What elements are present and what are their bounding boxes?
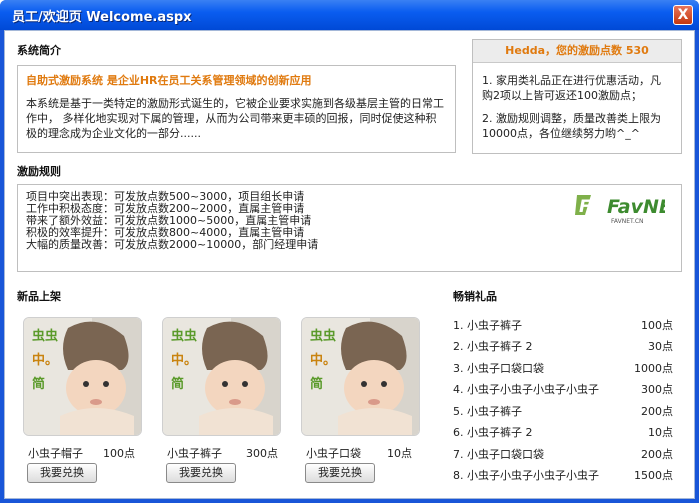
favnet-logo: Fav FavNET FAVNET.CN — [575, 191, 687, 225]
title-bar[interactable]: 员工/欢迎页 Welcome.aspx X — [0, 0, 699, 30]
gift-name: 3. 小虫子口袋口袋 — [453, 362, 544, 375]
svg-text:简: 简 — [32, 376, 45, 392]
gift-row[interactable]: 3. 小虫子口袋口袋 1000点 — [453, 360, 673, 376]
rules-panel: 项目中突出表现：可发放点数500~3000，项目组长申请 工作中积极态度：可发放… — [17, 184, 687, 272]
rule-line: 大幅的质量改善：可发放点数2000~10000，部门经理申请 — [26, 238, 319, 251]
notice-item-2: 2. 激励规则调整，质量改善类上限为10000点，各位继续努力哟^_^ — [482, 112, 661, 140]
product-points: 300点 — [246, 447, 278, 460]
svg-text:虫虫: 虫虫 — [32, 328, 58, 344]
gift-name: 8. 小虫子小虫子小虫子小虫子 — [453, 469, 599, 482]
svg-text:中。: 中。 — [310, 352, 336, 368]
product-image[interactable]: 虫虫 中。 简 — [301, 317, 420, 436]
gift-row[interactable]: 6. 小虫子裤子 2 10点 — [453, 424, 673, 440]
gift-points: 100点 — [641, 319, 673, 332]
points-panel: Hedda，您的激励点数 530 1. 家用类礼品正在进行优惠活动，凡购2项以上… — [472, 39, 682, 154]
rules-list: 项目中突出表现：可发放点数500~3000，项目组长申请 工作中积极态度：可发放… — [26, 191, 318, 251]
svg-text:简: 简 — [171, 376, 184, 392]
gift-name: 4. 小虫子小虫子小虫子小虫子 — [453, 383, 599, 396]
product-name: 小虫子口袋 — [306, 447, 361, 460]
gift-name: 2. 小虫子裤子 2 — [453, 340, 533, 353]
product-points: 10点 — [387, 447, 412, 460]
product-image[interactable]: 虫虫 中。 简 — [23, 317, 142, 436]
svg-text:简: 简 — [310, 376, 323, 392]
svg-text:虫虫: 虫虫 — [171, 328, 197, 344]
redeem-button[interactable]: 我要兑换 — [305, 463, 375, 483]
svg-text:虫虫: 虫虫 — [310, 328, 336, 344]
gift-points: 30点 — [648, 340, 673, 353]
redeem-button[interactable]: 我要兑换 — [27, 463, 97, 483]
gift-points: 300点 — [641, 383, 673, 396]
intro-headline: 自助式激励系统 是企业HR在员工关系管理领域的创新应用 — [26, 74, 312, 87]
logo-subtext: FAVNET.CN — [611, 218, 644, 225]
gift-name: 1. 小虫子裤子 — [453, 319, 522, 332]
svg-text:中。: 中。 — [171, 352, 197, 368]
gift-name: 5. 小虫子裤子 — [453, 405, 522, 418]
gift-points: 200点 — [641, 405, 673, 418]
gift-row[interactable]: 2. 小虫子裤子 2 30点 — [453, 338, 673, 354]
intro-body: 本系统是基于一类特定的激励形式诞生的，它被企业要求实施到各级基层主管的日常工作中… — [26, 97, 444, 140]
gift-row[interactable]: 7. 小虫子口袋口袋 200点 — [453, 446, 673, 462]
redeem-button[interactable]: 我要兑换 — [166, 463, 236, 483]
rules-section-title: 激励规则 — [17, 165, 61, 178]
app-window: 员工/欢迎页 Welcome.aspx X 系统简介 自助式激励系统 是企业HR… — [0, 0, 699, 503]
svg-text:中。: 中。 — [32, 352, 58, 368]
gift-row[interactable]: 1. 小虫子裤子 100点 — [453, 317, 673, 333]
notice-item-1: 1. 家用类礼品正在进行优惠活动，凡购2项以上皆可返还100激励点； — [482, 74, 661, 102]
product-name: 小虫子帽子 — [28, 447, 83, 460]
product-points: 100点 — [103, 447, 135, 460]
new-products-title: 新品上架 — [17, 290, 61, 303]
gift-points: 200点 — [641, 448, 673, 461]
best-sellers-title: 畅销礼品 — [453, 290, 497, 303]
close-button[interactable]: X — [673, 5, 693, 25]
page-content: 系统简介 自助式激励系统 是企业HR在员工关系管理领域的创新应用 本系统是基于一… — [4, 30, 695, 499]
close-icon: X — [677, 7, 689, 23]
intro-section-title: 系统简介 — [17, 44, 61, 57]
product-name: 小虫子裤子 — [167, 447, 222, 460]
gift-points: 1000点 — [634, 362, 673, 375]
points-header: Hedda，您的激励点数 530 — [473, 40, 681, 63]
gift-row[interactable]: 4. 小虫子小虫子小虫子小虫子 300点 — [453, 381, 673, 397]
gift-row[interactable]: 8. 小虫子小虫子小虫子小虫子 1500点 — [453, 467, 673, 483]
product-image[interactable]: 虫虫 中。 简 — [162, 317, 281, 436]
gift-points: 1500点 — [634, 469, 673, 482]
window-title: 员工/欢迎页 Welcome.aspx — [12, 10, 192, 25]
intro-panel: 自助式激励系统 是企业HR在员工关系管理领域的创新应用 本系统是基于一类特定的激… — [17, 65, 456, 153]
gift-name: 6. 小虫子裤子 2 — [453, 426, 533, 439]
logo-text: FavNET — [607, 196, 665, 218]
gift-points: 10点 — [648, 426, 673, 439]
gift-row[interactable]: 5. 小虫子裤子 200点 — [453, 403, 673, 419]
gift-name: 7. 小虫子口袋口袋 — [453, 448, 544, 461]
